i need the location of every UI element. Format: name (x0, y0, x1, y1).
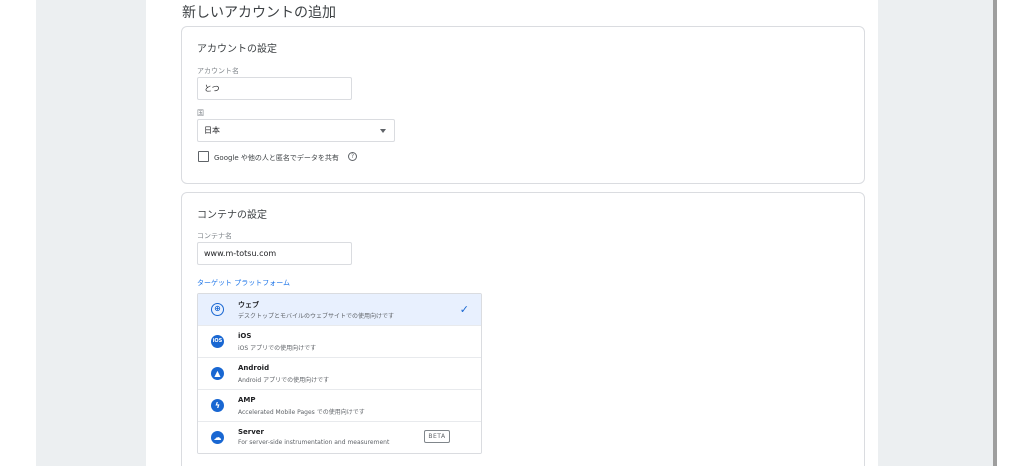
platform-name: ウェブ (238, 301, 259, 309)
chevron-down-icon (380, 129, 386, 133)
target-platform-heading: ターゲット プラットフォーム (197, 279, 291, 287)
platform-name: Android (238, 364, 270, 372)
android-icon: ▲ (211, 367, 224, 380)
container-name-label: コンテナ名 (197, 232, 232, 240)
container-name-input[interactable]: www.m-totsu.com (197, 242, 352, 265)
country-select[interactable]: 日本 (197, 119, 395, 142)
platform-description: デスクトップとモバイルのウェブサイトでの使用向けです (238, 313, 395, 320)
platform-item-android[interactable]: ▲ Android Android アプリでの使用向けです (198, 358, 481, 390)
platform-description: iOS アプリでの使用向けです (238, 345, 317, 352)
container-settings-title: コンテナの設定 (197, 210, 267, 221)
platform-item-web[interactable]: ⊕ ウェブ デスクトップとモバイルのウェブサイトでの使用向けです ✓ (198, 294, 481, 326)
platform-description: Accelerated Mobile Pages での使用向けです (238, 409, 365, 416)
ios-icon: iOS (211, 335, 224, 348)
platform-description: Android アプリでの使用向けです (238, 377, 330, 384)
right-gutter (997, 0, 1024, 466)
cloud-icon: ☁ (211, 431, 224, 444)
platform-name: AMP (238, 396, 256, 404)
platform-item-ios[interactable]: iOS iOS iOS アプリでの使用向けです (198, 326, 481, 358)
share-data-checkbox[interactable] (198, 151, 209, 162)
globe-icon: ⊕ (211, 303, 224, 316)
amp-bolt-icon: ϟ (211, 399, 224, 412)
container-name-value: www.m-totsu.com (204, 249, 277, 258)
platform-item-server[interactable]: ☁ Server For server-side instrumentation… (198, 422, 481, 453)
account-name-value: とつ (204, 84, 220, 93)
share-data-label[interactable]: Google や他の人と匿名でデータを共有 (214, 153, 339, 163)
country-value: 日本 (204, 126, 220, 135)
account-settings-title: アカウントの設定 (197, 44, 277, 55)
country-label: 国 (197, 109, 204, 117)
left-gutter (0, 0, 36, 466)
platform-description: For server-side instrumentation and meas… (238, 439, 390, 446)
platform-name: Server (238, 428, 265, 436)
platform-list: ⊕ ウェブ デスクトップとモバイルのウェブサイトでの使用向けです ✓ iOS i… (197, 293, 482, 454)
beta-badge: BETA (424, 430, 450, 443)
account-name-input[interactable]: とつ (197, 77, 352, 100)
help-circle-icon[interactable]: ? (348, 152, 357, 161)
platform-name: iOS (238, 332, 252, 340)
page-title: 新しいアカウントの追加 (182, 5, 336, 21)
platform-item-amp[interactable]: ϟ AMP Accelerated Mobile Pages での使用向けです (198, 390, 481, 422)
check-icon: ✓ (459, 303, 469, 316)
account-name-label: アカウント名 (197, 67, 239, 75)
